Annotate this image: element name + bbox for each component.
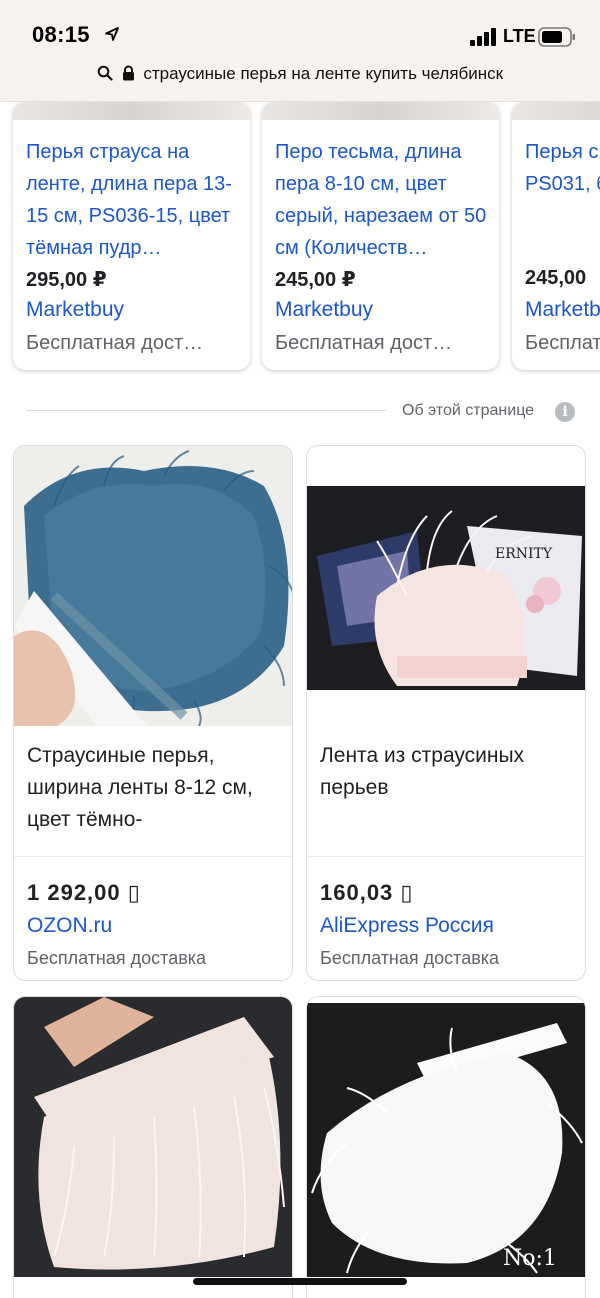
divider (26, 410, 386, 411)
product-image[interactable]: No:1 (307, 1003, 585, 1277)
product-tile[interactable]: ERNITY Лента из страусиных перьев 160,03… (306, 445, 586, 981)
product-shop[interactable]: Marketbuy (26, 298, 124, 322)
product-title[interactable]: Лента из страусиных перьев (320, 740, 575, 804)
product-delivery: Бесплат (525, 332, 600, 354)
feather-trim-pink-image: ERNITY (307, 486, 585, 690)
about-this-page-link[interactable]: Об этой странице (402, 402, 534, 420)
divider (14, 856, 292, 857)
home-indicator[interactable] (193, 1278, 407, 1285)
status-time: 08:15 (32, 22, 90, 47)
product-shop[interactable]: Marketb (525, 298, 600, 322)
product-delivery: Бесплатная дост… (275, 332, 453, 354)
product-price: 1 292,00 ▯ (27, 880, 141, 905)
product-card[interactable]: Перо тесьма, длина пера 8-10 см, цвет се… (262, 102, 499, 370)
battery-icon (538, 27, 575, 47)
feather-trim-white-image: No:1 (307, 1003, 585, 1277)
product-title[interactable]: Перо тесьма, длина пера 8-10 см, цвет се… (275, 136, 490, 264)
network-type: LTE (503, 26, 536, 46)
product-title[interactable]: Перья страуса на ленте, длина пера 13-15… (26, 136, 241, 264)
product-image (262, 102, 499, 120)
product-delivery: Бесплатная доставка (27, 948, 207, 968)
product-image (13, 102, 250, 120)
address-bar-query: страусиные перья на ленте купить челябин… (143, 64, 504, 83)
product-price: 160,03 ▯ (320, 880, 414, 905)
product-delivery: Бесплатная доставка (320, 948, 500, 968)
product-title[interactable]: Страусиные перья, ширина ленты 8-12 см, … (27, 740, 282, 836)
product-image[interactable] (14, 997, 292, 1277)
product-card[interactable]: Перья страуса на ленте, длина пера 13-15… (13, 102, 250, 370)
product-price: 295,00 ₽ (26, 269, 107, 291)
feather-trim-beige-image (14, 997, 292, 1277)
image-caption: ERNITY (495, 546, 553, 562)
image-caption: No:1 (503, 1246, 557, 1271)
product-image[interactable]: ERNITY (307, 486, 585, 690)
product-price: 245,00 ₽ (275, 269, 356, 291)
product-card[interactable]: Перья с длина п PS031, бежева 245,00 Mar… (512, 102, 600, 370)
product-shop[interactable]: Marketbuy (275, 298, 373, 322)
divider (307, 856, 585, 857)
product-shop[interactable]: AliExpress Россия (320, 914, 494, 938)
search-icon (97, 65, 113, 81)
location-arrow-icon (105, 27, 119, 41)
address-bar[interactable]: страусиные перья на ленте купить челябин… (0, 64, 600, 84)
feather-trim-blue-image (14, 446, 292, 726)
product-delivery: Бесплатная дост… (26, 332, 204, 354)
product-tile[interactable] (13, 996, 293, 1298)
product-tile[interactable]: No:1 (306, 996, 586, 1298)
product-tile[interactable]: Страусиные перья, ширина ленты 8-12 см, … (13, 445, 293, 981)
info-icon[interactable]: i (555, 402, 575, 422)
product-title[interactable]: Перья с длина п PS031, бежева (525, 136, 600, 264)
product-image[interactable] (14, 446, 292, 726)
product-shop[interactable]: OZON.ru (27, 914, 112, 938)
browser-top-bar: 08:15 LTE страусиные перья на ленте купи… (0, 0, 600, 102)
product-price: 245,00 (525, 267, 587, 289)
cellular-signal-icon (470, 28, 496, 46)
shopping-carousel[interactable]: Перья страуса на ленте, длина пера 13-15… (0, 102, 600, 387)
lock-icon (122, 65, 134, 81)
product-image (512, 102, 600, 120)
